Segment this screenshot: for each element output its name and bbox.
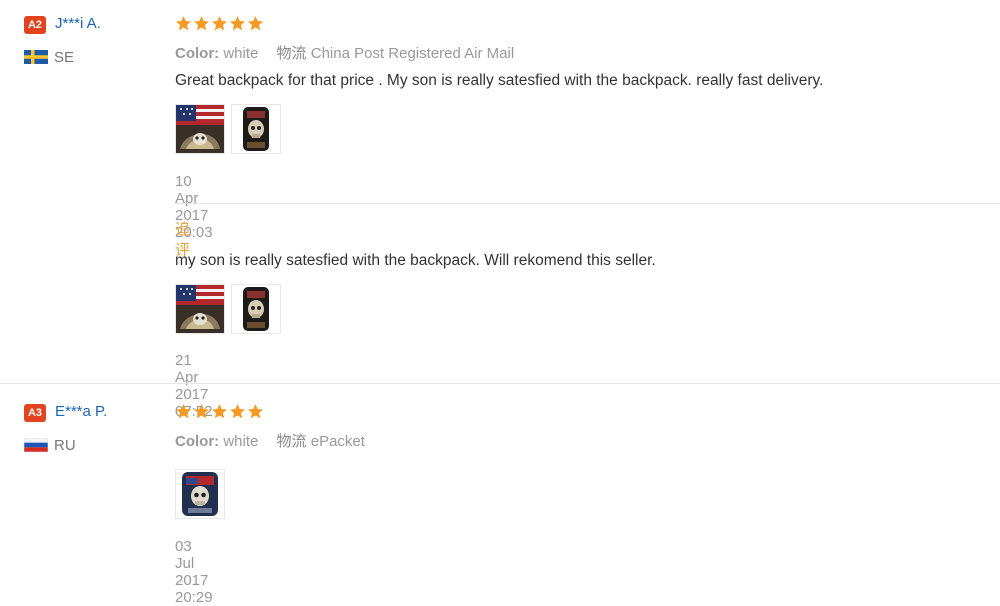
divider [175,203,1000,204]
backpack-flag-photo[interactable] [175,284,225,334]
backpack-skull-photo[interactable] [231,284,281,334]
sweden-flag-icon [24,50,48,64]
color-label: Color: [175,45,220,62]
color-value: white [223,45,259,62]
review-date: 03 Jul 2017 20:29 [175,538,213,606]
star-icon [193,15,210,32]
review-divider [0,383,1000,384]
shipping-label: 物流 [276,433,307,450]
star-icon [247,403,264,420]
backpack-skull-blue-photo[interactable] [175,469,225,519]
color-value: white [223,433,259,450]
star-icon [175,403,192,420]
buyer-name[interactable]: E***a P. [55,403,107,420]
star-rating [175,15,264,32]
buyer-country: RU [54,437,76,454]
buyer-level-badge: A3 [24,404,46,422]
review-photos [175,104,281,154]
star-rating [175,403,264,420]
star-icon [175,15,192,32]
color-label: Color: [175,433,220,450]
buyer-country: SE [54,49,75,66]
buyer-name[interactable]: J***i A. [55,15,101,32]
star-icon [247,15,264,32]
shipping-value: ePacket [310,433,365,450]
review-text: Great backpack for that price . My son i… [175,72,824,89]
order-info: Color: white 物流 ePacket [175,430,365,451]
russia-flag-icon [24,438,48,452]
additional-review-photos [175,284,281,334]
order-info: Color: white 物流 China Post Registered Ai… [175,42,514,63]
shipping-label: 物流 [276,45,307,62]
review-photos [175,469,225,519]
star-icon [211,403,228,420]
backpack-flag-photo[interactable] [175,104,225,154]
buyer-level-badge: A2 [24,16,46,34]
star-icon [229,403,246,420]
star-icon [211,15,228,32]
backpack-skull-photo[interactable] [231,104,281,154]
shipping-value: China Post Registered Air Mail [310,45,515,62]
star-icon [193,403,210,420]
additional-review-text: my son is really satesfied with the back… [175,252,656,269]
star-icon [229,15,246,32]
